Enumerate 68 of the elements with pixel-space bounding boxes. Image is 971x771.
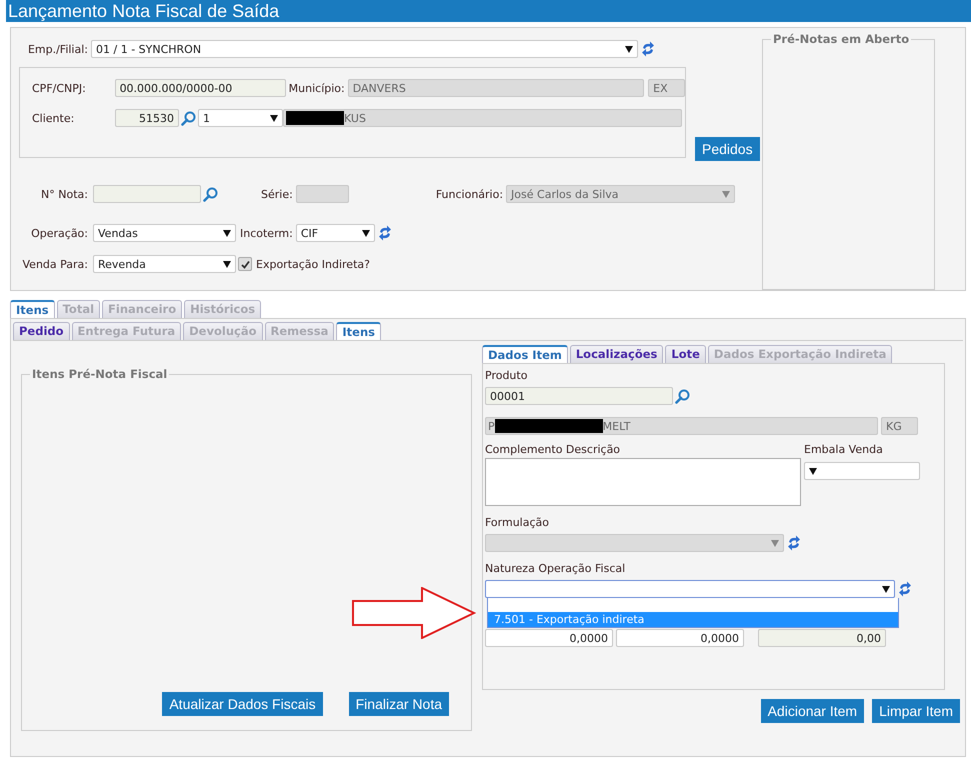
caret-icon [625, 46, 633, 52]
field-label: Produto [485, 369, 528, 382]
nature-select[interactable] [485, 580, 895, 598]
value-field[interactable]: 0,0000 [485, 629, 613, 647]
cpf-field[interactable]: 00.000.000/0000-00 [114, 79, 286, 97]
caret-icon [882, 586, 890, 592]
unit-field: KG [881, 417, 918, 435]
sale-to-select[interactable]: Revenda [93, 255, 236, 273]
field-label: Funcionário: [436, 188, 504, 200]
tab[interactable]: Lote [665, 345, 706, 363]
field-label: Cliente: [32, 112, 76, 124]
field-label: Embala Venda [804, 443, 883, 456]
field-label: Formulação [485, 516, 549, 529]
field-label: Venda Para: [22, 258, 88, 270]
field-label: Complemento Descrição [485, 443, 620, 456]
action-button[interactable]: Adicionar Item [760, 699, 864, 723]
field-label: Incoterm: [240, 226, 293, 240]
field-label: Natureza Operação Fiscal [485, 562, 626, 575]
product-description-field: P MELT [485, 417, 878, 435]
caret-icon [362, 230, 370, 236]
client-name-field: KUS [283, 109, 682, 127]
orders-button[interactable]: Pedidos [695, 137, 760, 161]
action-button[interactable]: Limpar Item [872, 699, 960, 723]
panel-legend: Itens Pré-Nota Fiscal [30, 367, 170, 381]
operation-select[interactable]: Vendas [93, 224, 236, 242]
note-number-field[interactable] [93, 185, 201, 203]
panel-legend: Pré-Notas em Aberto [771, 32, 912, 46]
refresh-icon[interactable] [787, 535, 801, 551]
value-field[interactable]: 0,0000 [616, 629, 744, 647]
search-icon[interactable] [203, 186, 218, 202]
field-label: N° Nota: [40, 188, 88, 200]
dropdown-option[interactable]: 7.501 - Exportação indireta [488, 612, 898, 627]
refresh-icon[interactable] [898, 581, 912, 597]
caret-icon [223, 260, 231, 268]
field-label: Série: [261, 188, 293, 200]
city-field: DANVERS [348, 79, 644, 97]
tab[interactable]: Itens [336, 322, 381, 340]
field-label: Município: [288, 82, 345, 94]
refresh-icon[interactable] [378, 225, 392, 241]
series-field [296, 185, 349, 203]
tab[interactable]: Pedido [13, 322, 70, 340]
action-button[interactable]: Finalizar Nota [348, 692, 449, 716]
caret-icon [223, 230, 231, 236]
field-label: CPF/CNPJ: [32, 82, 87, 94]
complement-textarea[interactable] [485, 458, 801, 506]
incoterm-select[interactable]: CIF [296, 224, 375, 242]
checkbox[interactable] [238, 257, 252, 271]
field-label: Operação: [30, 226, 88, 240]
window-title: Lançamento Nota Fiscal de Saída [6, 0, 971, 22]
store-select[interactable]: 1 [198, 109, 283, 127]
tab[interactable]: Itens [10, 300, 55, 318]
caret-icon [771, 540, 779, 546]
tab[interactable]: Localizações [570, 345, 664, 363]
search-icon[interactable] [181, 110, 196, 126]
caret-icon [809, 468, 817, 474]
search-icon[interactable] [675, 388, 690, 404]
caret-icon [270, 114, 278, 122]
client-code-field[interactable]: 51530 [115, 109, 179, 127]
company-select[interactable]: 01 / 1 - SYNCHRON [91, 40, 638, 58]
caret-icon [722, 190, 730, 198]
action-button[interactable]: Atualizar Dados Fiscais [162, 692, 323, 716]
checkbox-label: Exportação Indireta? [256, 258, 370, 270]
product-code-field[interactable]: 00001 [485, 387, 673, 405]
state-field: EX [648, 79, 685, 97]
field-label: Emp./Filial: [26, 42, 88, 56]
refresh-icon[interactable] [641, 41, 655, 57]
tab[interactable]: Dados Item [482, 345, 568, 363]
value-field[interactable]: 0,00 [758, 629, 886, 647]
